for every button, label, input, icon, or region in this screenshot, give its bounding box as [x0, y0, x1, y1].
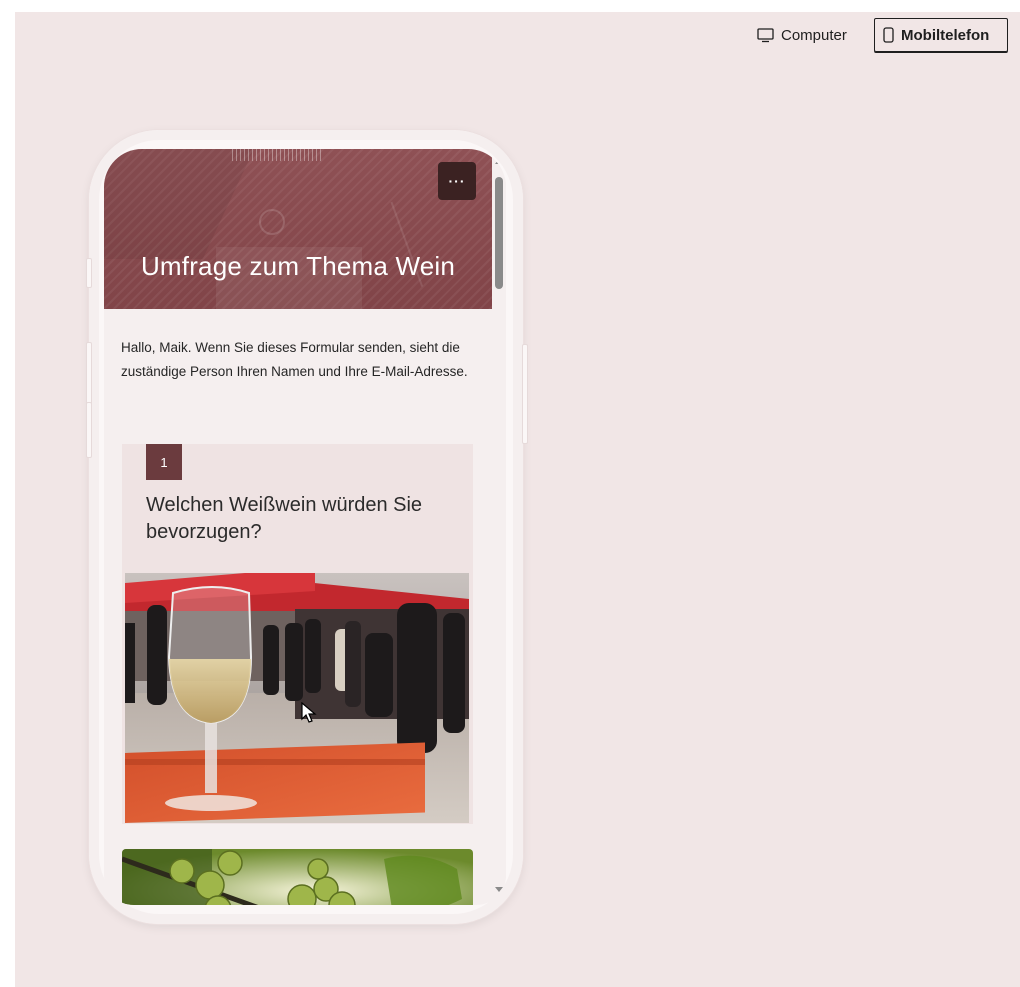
- phone-side-button: [86, 258, 92, 288]
- scroll-down-icon[interactable]: [495, 887, 503, 892]
- computer-view-button[interactable]: Computer: [753, 18, 851, 52]
- phone-icon: [883, 27, 894, 43]
- scrollbar-thumb[interactable]: [495, 177, 503, 289]
- form-title: Umfrage zum Thema Wein: [140, 251, 456, 281]
- phone-screen: Umfrage zum Thema Wein ··· Hallo, Maik. …: [104, 149, 506, 905]
- form-banner: Umfrage zum Thema Wein ···: [104, 149, 492, 309]
- wine-glass-image: [125, 573, 469, 823]
- vertical-scrollbar[interactable]: [492, 149, 506, 905]
- scroll-up-icon[interactable]: [495, 159, 503, 164]
- more-icon: ···: [448, 173, 466, 189]
- preview-stage: Computer Mobiltelefon Umfrage zum Thema …: [15, 12, 1020, 987]
- monitor-icon: [757, 27, 774, 43]
- phone-side-button: [522, 344, 528, 444]
- mobile-view-label: Mobiltelefon: [901, 26, 990, 44]
- mouse-cursor-icon: [301, 701, 317, 729]
- question-number: 1: [146, 444, 182, 480]
- phone-side-button: [86, 402, 92, 458]
- form-scroll-area[interactable]: Umfrage zum Thema Wein ··· Hallo, Maik. …: [104, 149, 492, 905]
- more-options-button[interactable]: ···: [438, 162, 476, 200]
- question-card: 1 Welchen Weißwein würden Sie bevorzugen…: [122, 444, 473, 824]
- computer-view-label: Computer: [781, 26, 847, 44]
- intro-text: Hallo, Maik. Wenn Sie dieses Formular se…: [121, 340, 468, 379]
- question-text: Welchen Weißwein würden Sie bevorzugen?: [146, 494, 423, 543]
- phone-frame: Umfrage zum Thema Wein ··· Hallo, Maik. …: [86, 130, 528, 924]
- grape-image: [122, 849, 473, 905]
- mobile-view-button[interactable]: Mobiltelefon: [874, 18, 1008, 52]
